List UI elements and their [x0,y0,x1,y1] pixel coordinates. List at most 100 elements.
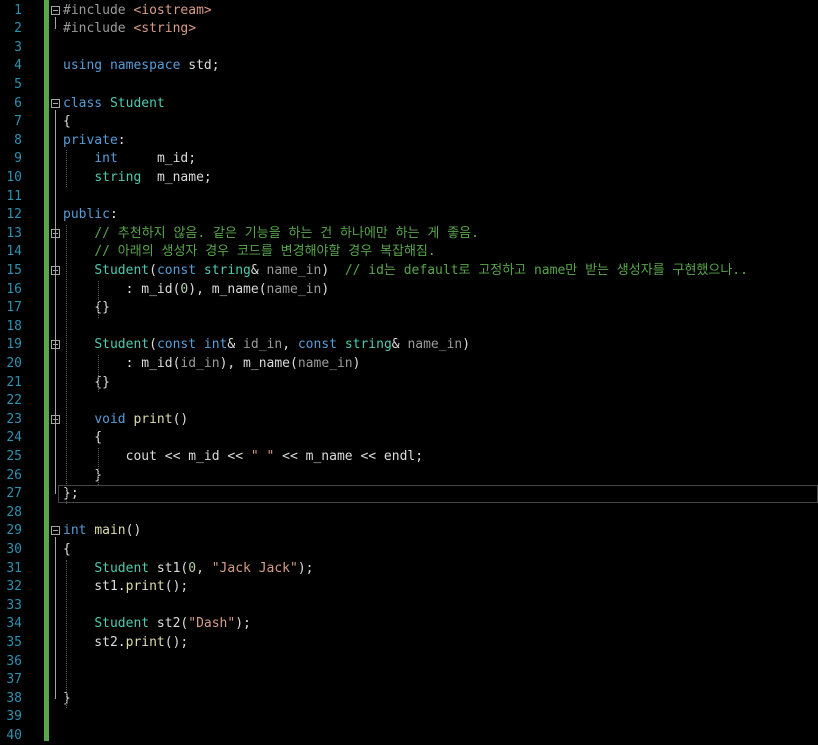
collapse-icon[interactable] [51,98,60,108]
code-line[interactable]: 31 Student st1(0, "Jack Jack"); [0,560,818,579]
line-number: 31 [6,560,22,576]
code-token: int [63,523,87,539]
code-text: Student st1(0, "Jack Jack"); [63,560,313,579]
code-line[interactable]: 15 Student(const string& name_in) // id는… [0,262,818,281]
code-token: m_id [141,281,173,297]
code-token: class [63,95,103,111]
code-line[interactable]: 37 [0,671,818,690]
code-line[interactable]: 38} [0,690,818,709]
line-number: 28 [6,504,22,520]
code-token: ) [352,355,361,371]
code-line[interactable]: 34 Student st2("Dash"); [0,615,818,634]
line-number: 10 [6,169,22,185]
code-line[interactable]: 22 [0,392,818,411]
line-number: 17 [6,300,22,316]
code-token: m_id [188,448,220,464]
line-number: 22 [6,393,22,409]
code-text: int m_id; [63,150,196,169]
code-token: void [94,411,126,427]
code-token: : [63,281,142,297]
line-number: 29 [6,523,22,539]
code-token: <iostream> [133,2,212,18]
code-line[interactable]: 30 { [0,541,818,560]
code-line[interactable]: 25 cout << m_id << " " << m_name << endl… [0,448,818,467]
code-line[interactable]: 33 [0,597,818,616]
code-line[interactable]: 32 st1.print(); [0,578,818,597]
code-token: {} [63,300,110,316]
code-token: "Dash" [188,616,236,632]
code-token: () [172,411,189,427]
code-line[interactable]: 17 {} [0,299,818,318]
code-line[interactable]: 14 // 아래의 생성자 경우 코드를 변경해야할 경우 복잡해짐. [0,243,818,262]
code-line[interactable]: 13 // 추천하지 않음. 같은 기능을 하는 건 하나에만 하는 게 좋음. [0,225,818,244]
code-token: , [282,337,298,353]
line-number: 33 [6,597,22,613]
code-token: << endl; [352,448,424,464]
line-number: 30 [6,541,22,557]
code-line[interactable]: 21 {} [0,374,818,393]
code-line[interactable]: 12 public: [0,206,818,225]
code-line[interactable]: 35 st2.print(); [0,634,818,653]
code-line[interactable]: 16 : m_id(0), m_name(name_in) [0,281,818,300]
code-line[interactable]: 9 int m_id; [0,150,818,169]
code-line[interactable]: 10 string m_name; [0,169,818,188]
code-token: & [250,262,267,278]
code-line[interactable]: 26 } [0,467,818,486]
code-text: { [63,113,71,132]
code-line[interactable]: 19 Student(const int& id_in, const strin… [0,336,818,355]
line-number: 19 [6,337,22,353]
collapse-icon[interactable] [51,526,60,536]
indent-guide [66,559,67,709]
code-line[interactable]: 18 [0,318,818,337]
fold-region-line [55,425,56,476]
code-token: << [219,448,251,464]
code-token: ), [188,281,212,297]
code-line[interactable]: 8 private: [0,132,818,151]
code-token: "Jack Jack" [211,560,298,576]
line-number: 1 [14,2,22,18]
collapse-icon[interactable] [51,5,60,15]
code-token: st2. [63,634,126,650]
code-token: string [344,337,392,353]
code-line[interactable]: 27}; [0,485,818,504]
code-token: name_in [407,337,463,353]
code-line[interactable]: 4 using namespace std; [0,57,818,76]
code-line[interactable]: 28 [0,504,818,523]
code-line[interactable]: 7{ [0,113,818,132]
code-token: << [274,448,306,464]
code-line[interactable]: 24 { [0,429,818,448]
code-line[interactable]: 20 : m_id(id_in), m_name(name_in) [0,355,818,374]
line-number: 11 [6,188,22,204]
code-token: #include [63,2,134,18]
line-number: 20 [6,355,22,371]
code-token: , [196,560,212,576]
indent-guide [98,354,99,393]
code-line[interactable]: 1 #include <iostream> [0,2,818,21]
code-line[interactable]: 6 class Student [0,95,818,114]
code-line[interactable]: 40 [0,727,818,745]
line-number: 21 [6,374,22,390]
code-line[interactable]: 29 int main() [0,522,818,541]
code-line[interactable]: 3 [0,39,818,58]
code-line[interactable]: 23 void print() [0,411,818,430]
code-editor[interactable]: 1 #include <iostream> 2 #include <string> 3 4… [0,0,818,743]
code-token: Student [94,262,150,278]
code-line[interactable]: 5 [0,76,818,95]
code-line[interactable]: 39 [0,708,818,727]
code-line[interactable]: 2 #include <string> [0,20,818,39]
code-token: m_id [141,355,173,371]
code-line[interactable]: 36 [0,653,818,672]
code-text: cout << m_id << " " << m_name << endl; [63,448,423,467]
line-number: 16 [6,281,22,297]
code-token: " " [250,448,275,464]
code-line[interactable]: 11 [0,188,818,207]
code-token: public [63,207,110,223]
